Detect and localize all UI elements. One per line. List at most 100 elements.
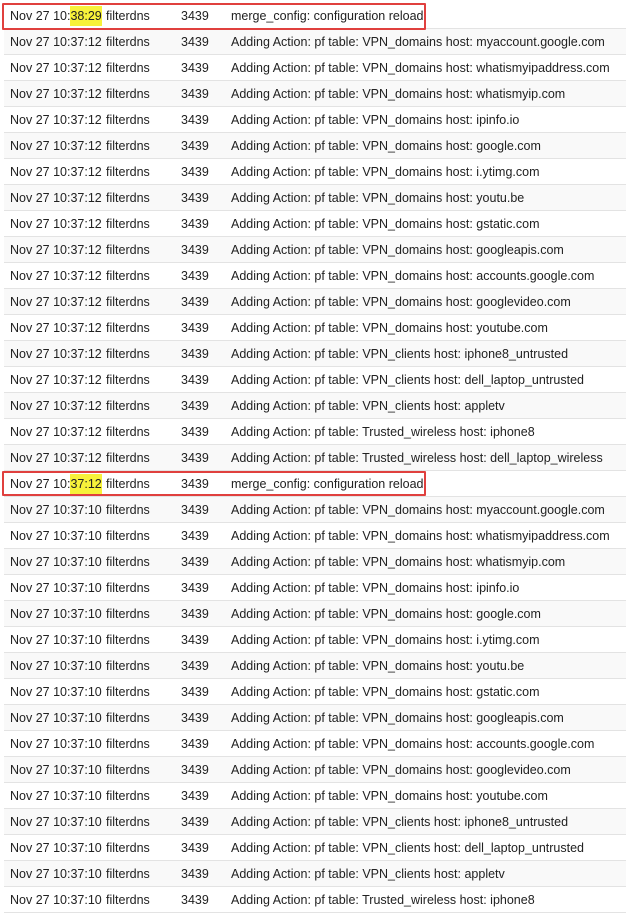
log-message: merge_config: configuration reload	[231, 477, 424, 491]
log-pid: 3439	[181, 139, 209, 153]
log-pid: 3439	[181, 581, 209, 595]
log-message: Adding Action: pf table: VPN_clients hos…	[231, 867, 505, 881]
log-process: filterdns	[106, 139, 150, 153]
log-message: Adding Action: pf table: VPN_domains hos…	[231, 269, 595, 283]
log-timestamp: Nov 27 10:37:12	[10, 35, 102, 49]
log-message: Adding Action: pf table: VPN_domains hos…	[231, 633, 540, 647]
log-message: Adding Action: pf table: VPN_clients hos…	[231, 373, 585, 387]
log-timestamp: Nov 27 10:37:10	[10, 893, 102, 907]
log-row: Nov 27 10:37:12 filterdns 3439 Adding Ac…	[4, 367, 626, 393]
log-row: Nov 27 10:37:12 filterdns 3439 Adding Ac…	[4, 289, 626, 315]
log-pid: 3439	[181, 373, 209, 387]
log-message: Adding Action: pf table: VPN_domains hos…	[231, 217, 540, 231]
log-message: Adding Action: pf table: VPN_domains hos…	[231, 165, 540, 179]
log-row: Nov 27 10:37:12 filterdns 3439 Adding Ac…	[4, 211, 626, 237]
log-pid: 3439	[181, 555, 209, 569]
log-message: Adding Action: pf table: VPN_domains hos…	[231, 581, 520, 595]
log-timestamp: Nov 27 10:37:12	[10, 295, 102, 309]
log-process: filterdns	[106, 789, 150, 803]
log-timestamp: Nov 27 10:37:10	[10, 685, 102, 699]
log-message: Adding Action: pf table: VPN_domains hos…	[231, 529, 610, 543]
log-row: Nov 27 10:37:12 filterdns 3439 Adding Ac…	[4, 29, 626, 55]
log-process: filterdns	[106, 243, 150, 257]
log-row: Nov 27 10:37:12 filterdns 3439 Adding Ac…	[4, 107, 626, 133]
log-timestamp: Nov 27 10:37:12	[10, 399, 102, 413]
log-timestamp: Nov 27 10:37:12	[10, 139, 102, 153]
log-message: Adding Action: pf table: Trusted_wireles…	[231, 451, 603, 465]
log-pid: 3439	[181, 321, 209, 335]
log-message: Adding Action: pf table: VPN_domains hos…	[231, 61, 610, 75]
log-row: Nov 27 10:37:12 filterdns 3439 Adding Ac…	[4, 81, 626, 107]
log-row: Nov 27 10:37:10 filterdns 3439 Adding Ac…	[4, 731, 626, 757]
log-process: filterdns	[106, 633, 150, 647]
log-process: filterdns	[106, 87, 150, 101]
log-pid: 3439	[181, 87, 209, 101]
log-message: merge_config: configuration reload	[231, 9, 424, 23]
log-row: Nov 27 10:37:10 filterdns 3439 Adding Ac…	[4, 887, 626, 913]
log-timestamp: Nov 27 10:37:12	[10, 269, 102, 283]
log-pid: 3439	[181, 269, 209, 283]
log-row: Nov 27 10:37:12 filterdns 3439 Adding Ac…	[4, 237, 626, 263]
log-pid: 3439	[181, 113, 209, 127]
log-process: filterdns	[106, 763, 150, 777]
log-message: Adding Action: pf table: VPN_domains hos…	[231, 737, 595, 751]
log-message: Adding Action: pf table: VPN_clients hos…	[231, 347, 569, 361]
log-timestamp: Nov 27 10:37:10	[10, 841, 102, 855]
log-pid: 3439	[181, 35, 209, 49]
log-row: Nov 27 10:37:12 filterdns 3439 Adding Ac…	[4, 185, 626, 211]
log-message: Adding Action: pf table: VPN_domains hos…	[231, 191, 525, 205]
log-message: Adding Action: pf table: VPN_domains hos…	[231, 763, 571, 777]
highlighted-time: 38:29	[70, 6, 102, 26]
log-pid: 3439	[181, 191, 209, 205]
log-row: Nov 27 10:37:10 filterdns 3439 Adding Ac…	[4, 861, 626, 887]
log-timestamp: Nov 27 10:37:12	[10, 243, 102, 257]
log-pid: 3439	[181, 893, 209, 907]
log-row: Nov 27 10:37:12 filterdns 3439 Adding Ac…	[4, 159, 626, 185]
log-timestamp: Nov 27 10:37:10	[10, 607, 102, 621]
log-pid: 3439	[181, 451, 209, 465]
log-timestamp: Nov 27 10:37:12	[10, 347, 102, 361]
log-timestamp: Nov 27 10:37:10	[10, 737, 102, 751]
log-timestamp: Nov 27 10:37:10	[10, 581, 102, 595]
log-row: Nov 27 10:37:12 filterdns 3439 Adding Ac…	[4, 133, 626, 159]
log-timestamp: Nov 27 10:37:12	[10, 321, 102, 335]
log-timestamp: Nov 27 10:37:12	[10, 61, 102, 75]
log-row: Nov 27 10:37:10 filterdns 3439 Adding Ac…	[4, 809, 626, 835]
log-message: Adding Action: pf table: VPN_domains hos…	[231, 113, 520, 127]
log-message: Adding Action: pf table: VPN_domains hos…	[231, 555, 566, 569]
log-message: Adding Action: pf table: Trusted_wireles…	[231, 425, 535, 439]
log-pid: 3439	[181, 737, 209, 751]
log-process: filterdns	[106, 113, 150, 127]
log-timestamp: Nov 27 10:37:12	[10, 373, 102, 387]
log-pid: 3439	[181, 243, 209, 257]
log-row: Nov 27 10:37:10 filterdns 3439 Adding Ac…	[4, 653, 626, 679]
log-pid: 3439	[181, 867, 209, 881]
log-process: filterdns	[106, 503, 150, 517]
log-process: filterdns	[106, 815, 150, 829]
log-message: Adding Action: pf table: VPN_domains hos…	[231, 685, 540, 699]
log-timestamp: Nov 27 10:37:12	[10, 191, 102, 205]
log-process: filterdns	[106, 269, 150, 283]
log-timestamp: Nov 27 10:37:12	[10, 425, 102, 439]
log-pid: 3439	[181, 503, 209, 517]
log-pid: 3439	[181, 9, 209, 23]
log-row: Nov 27 10:37:12 filterdns 3439 Adding Ac…	[4, 55, 626, 81]
log-process: filterdns	[106, 373, 150, 387]
log-message: Adding Action: pf table: VPN_domains hos…	[231, 789, 548, 803]
log-row: Nov 27 10:37:10 filterdns 3439 Adding Ac…	[4, 705, 626, 731]
log-message: Adding Action: pf table: VPN_domains hos…	[231, 35, 605, 49]
log-timestamp: Nov 27 10:37:12	[10, 87, 102, 101]
log-timestamp: Nov 27 10:37:10	[10, 789, 102, 803]
log-timestamp: Nov 27 10:37:10	[10, 633, 102, 647]
log-process: filterdns	[106, 477, 150, 491]
log-timestamp: Nov 27 10:37:10	[10, 815, 102, 829]
log-row: Nov 27 10:37:10 filterdns 3439 Adding Ac…	[4, 679, 626, 705]
log-timestamp: Nov 27 10:37:10	[10, 867, 102, 881]
log-row: Nov 27 10:37:12 filterdns 3439 Adding Ac…	[4, 393, 626, 419]
log-pid: 3439	[181, 529, 209, 543]
log-message: Adding Action: pf table: VPN_domains hos…	[231, 607, 541, 621]
log-timestamp: Nov 27 10:37:10	[10, 529, 102, 543]
log-message: Adding Action: pf table: VPN_domains hos…	[231, 139, 541, 153]
log-process: filterdns	[106, 555, 150, 569]
log-pid: 3439	[181, 841, 209, 855]
